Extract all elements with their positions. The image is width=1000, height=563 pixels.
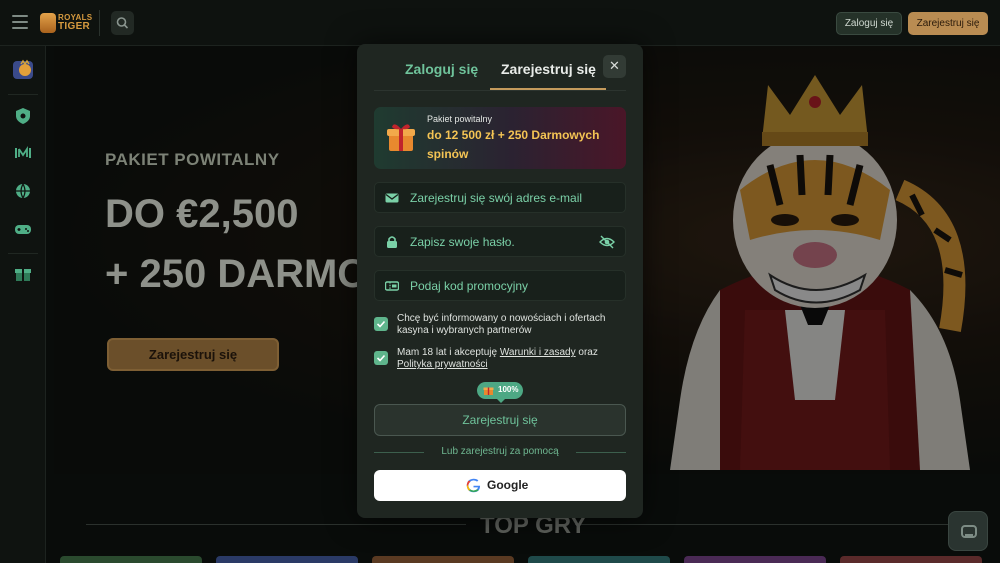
left-sidebar bbox=[0, 46, 46, 563]
terms-link[interactable]: Warunki i zasady bbox=[500, 347, 576, 358]
terms-consent-text: Mam 18 lat i akceptuję Warunki i zasady … bbox=[397, 347, 627, 371]
hero-kicker: PAKIET POWITALNY bbox=[105, 150, 280, 169]
tiger-avatar-icon[interactable] bbox=[11, 58, 35, 82]
close-icon: ✕ bbox=[609, 58, 620, 73]
google-label: Google bbox=[487, 478, 529, 492]
search-button[interactable] bbox=[111, 11, 134, 35]
gift-box-icon bbox=[387, 124, 415, 151]
or-divider-right bbox=[576, 452, 626, 453]
password-field[interactable]: Zapisz swoje hasło. bbox=[374, 226, 626, 257]
game-thumbnail[interactable] bbox=[684, 556, 826, 563]
tab-register[interactable]: Zarejestruj się bbox=[501, 61, 596, 77]
chat-icon bbox=[961, 525, 977, 538]
promo-label: Pakiet powitalny bbox=[427, 114, 493, 124]
gift-icon[interactable] bbox=[13, 264, 33, 284]
game-thumbnail[interactable] bbox=[216, 556, 358, 563]
eye-off-icon[interactable] bbox=[599, 234, 615, 250]
welcome-bonus-banner: Pakiet powitalny do 12 500 zł + 250 Darm… bbox=[374, 107, 626, 169]
or-divider-left bbox=[374, 452, 424, 453]
top-navigation-bar: ROYALS TIGER Zaloguj się Zarejestruj się bbox=[0, 0, 1000, 46]
newsletter-checkbox[interactable] bbox=[374, 317, 388, 331]
support-chat-button[interactable] bbox=[948, 511, 988, 551]
hero-headline: DO €2,500 bbox=[105, 192, 299, 236]
sports-ball-icon[interactable] bbox=[13, 181, 33, 201]
promo-code-field[interactable]: Podaj kod promocyjny bbox=[374, 270, 626, 301]
checkmark-icon bbox=[376, 320, 386, 328]
progress-value: 100% bbox=[498, 385, 519, 394]
section-divider bbox=[86, 524, 466, 525]
google-icon bbox=[466, 478, 481, 493]
or-divider-text: Lub zarejestruj za pomocą bbox=[441, 446, 559, 457]
terms-checkbox[interactable] bbox=[374, 351, 388, 365]
email-field[interactable]: Zarejestruj się swój adres e-mail bbox=[374, 182, 626, 213]
email-placeholder: Zarejestruj się swój adres e-mail bbox=[410, 191, 583, 205]
tabs-divider bbox=[374, 90, 626, 91]
gamepad-icon[interactable] bbox=[13, 219, 33, 239]
game-thumbnail[interactable] bbox=[528, 556, 670, 563]
tiger-logo-icon bbox=[40, 13, 56, 33]
privacy-policy-link[interactable]: Polityka prywatności bbox=[397, 359, 488, 370]
submit-register-button[interactable]: Zarejestruj się bbox=[374, 404, 626, 436]
registration-modal: Zaloguj się Zarejestruj się ✕ Pakiet pow… bbox=[357, 44, 643, 518]
site-logo[interactable]: ROYALS TIGER bbox=[40, 11, 92, 35]
section-divider bbox=[575, 524, 955, 525]
gift-icon bbox=[483, 387, 494, 395]
hero-register-button[interactable]: Zarejestruj się bbox=[107, 338, 279, 371]
menu-icon[interactable] bbox=[12, 15, 28, 29]
auth-tabs: Zaloguj się Zarejestruj się ✕ bbox=[357, 44, 643, 91]
live-casino-icon[interactable] bbox=[13, 143, 33, 163]
password-placeholder: Zapisz swoje hasło. bbox=[410, 235, 515, 249]
login-button[interactable]: Zaloguj się bbox=[836, 12, 902, 35]
progress-badge: 100% bbox=[477, 382, 523, 403]
game-thumbnail[interactable] bbox=[372, 556, 514, 563]
terms-mid: oraz bbox=[575, 347, 598, 358]
game-thumbnail[interactable] bbox=[840, 556, 982, 563]
search-icon bbox=[116, 17, 129, 29]
ticket-icon bbox=[385, 281, 399, 291]
lock-icon bbox=[387, 236, 397, 248]
logo-text-tiger: TIGER bbox=[58, 21, 91, 32]
google-signup-button[interactable]: Google bbox=[374, 470, 626, 501]
shield-icon[interactable] bbox=[13, 106, 33, 126]
tab-login[interactable]: Zaloguj się bbox=[405, 61, 478, 77]
game-thumbnails bbox=[60, 556, 1000, 563]
terms-prefix: Mam 18 lat i akceptuję bbox=[397, 347, 500, 358]
topbar-divider bbox=[99, 10, 100, 36]
promo-offer: do 12 500 zł + 250 Darmowych spinów bbox=[427, 128, 600, 161]
close-button[interactable]: ✕ bbox=[603, 55, 626, 78]
envelope-icon bbox=[385, 193, 399, 203]
game-thumbnail[interactable] bbox=[60, 556, 202, 563]
newsletter-consent-text: Chcę być informowany o nowościach i ofer… bbox=[397, 313, 606, 336]
hero-subheadline: + 250 DARMOWYCH bbox=[105, 252, 365, 296]
register-button[interactable]: Zarejestruj się bbox=[908, 12, 988, 35]
checkmark-icon bbox=[376, 354, 386, 362]
promo-code-placeholder: Podaj kod promocyjny bbox=[410, 279, 529, 293]
